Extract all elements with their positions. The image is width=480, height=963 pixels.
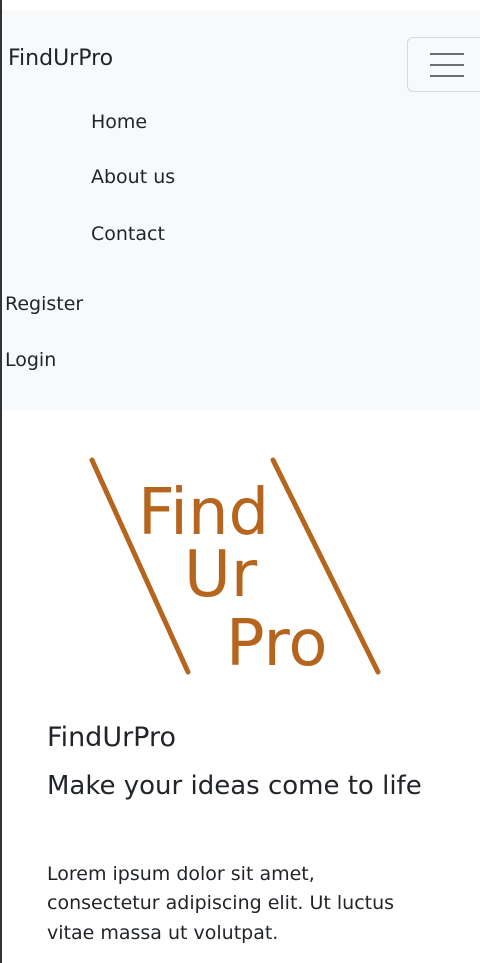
finduropro-logo: Find Ur Pro [89,457,381,681]
hero-title: FindUrPro [47,722,177,753]
nav-link-contact[interactable]: Contact [91,225,165,244]
navbar: FindUrPro Home About us Contact Register… [2,10,480,410]
logo-text-ur: Ur [184,538,258,612]
nav-link-home[interactable]: Home [91,113,147,132]
nav-link-about-us[interactable]: About us [91,168,175,187]
nav-link-login[interactable]: Login [5,351,56,370]
nav-link-register[interactable]: Register [5,295,83,314]
hero-subtitle: Make your ideas come to life [47,771,422,801]
navbar-brand[interactable]: FindUrPro [8,48,113,70]
logo-text-pro: Pro [226,607,328,681]
navbar-toggle-button[interactable] [407,37,480,92]
hero-body-text: Lorem ipsum dolor sit amet, consectetur … [47,863,395,944]
